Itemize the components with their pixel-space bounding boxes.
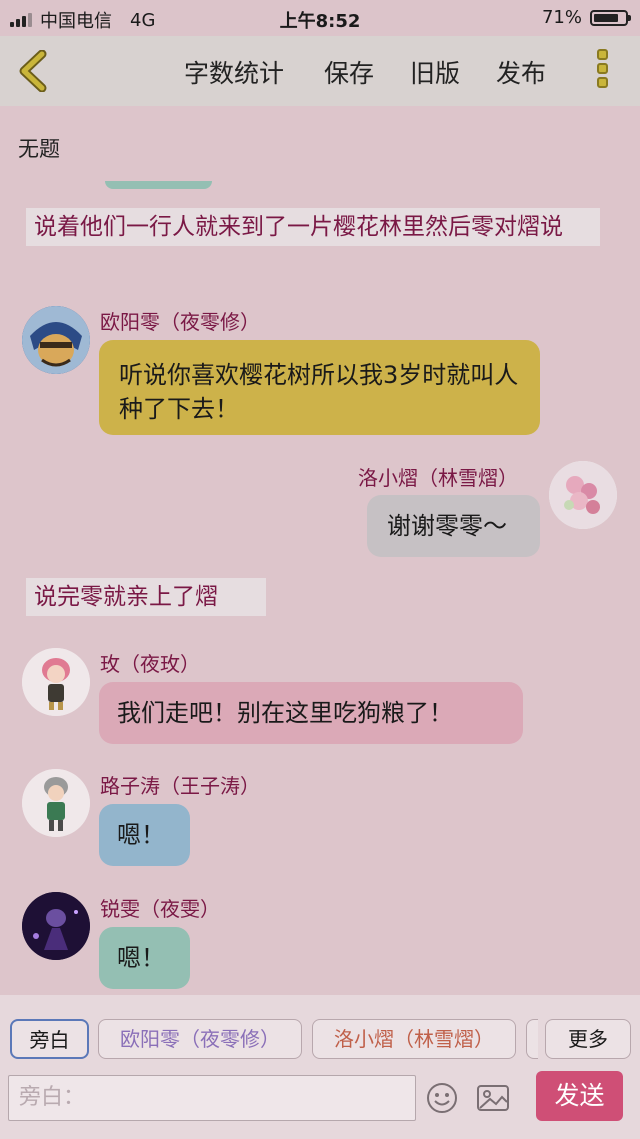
send-button[interactable]: 发送 (536, 1071, 623, 1121)
speaker-name: 路子涛（王子涛） (100, 774, 260, 798)
old-version-button[interactable]: 旧版 (410, 54, 460, 90)
avatar[interactable] (549, 461, 617, 529)
document-title: 无题 (18, 137, 60, 161)
save-button[interactable]: 保存 (324, 54, 374, 90)
avatar[interactable] (22, 306, 90, 374)
flower-avatar-icon (549, 461, 617, 529)
speaker-name: 玫（夜玫） (100, 652, 200, 676)
more-menu-icon[interactable] (597, 49, 613, 91)
speaker-name: 欧阳零（夜零修） (100, 310, 260, 334)
speaker-name: 锐雯（夜雯） (100, 897, 220, 921)
dark-avatar-icon (22, 892, 90, 960)
image-icon[interactable] (476, 1082, 510, 1114)
avatar[interactable] (22, 648, 90, 716)
chibi-avatar-icon (22, 769, 90, 837)
message-input[interactable]: 旁白： (8, 1075, 416, 1121)
message-bubble[interactable]: 听说你喜欢樱花树所以我3岁时就叫人种了下去！ (99, 340, 540, 435)
toolbar: 字数统计 保存 旧版 发布 (0, 36, 640, 106)
avatar[interactable] (22, 892, 90, 960)
previous-bubble-edge (105, 181, 212, 189)
back-arrow-icon[interactable] (14, 50, 54, 92)
chibi-avatar-icon (22, 648, 90, 716)
message-bubble[interactable]: 嗯！ (99, 927, 190, 989)
character-chip-partial[interactable] (526, 1019, 538, 1059)
avatar[interactable] (22, 769, 90, 837)
character-avatar-icon (22, 306, 90, 374)
status-bar: 中国电信 4G 上午8:52 71% (0, 0, 640, 36)
speaker-name: 洛小熠（林雪熠） (358, 466, 518, 490)
word-count-button[interactable]: 字数统计 (184, 54, 284, 90)
character-chip[interactable]: 欧阳零（夜零修） (98, 1019, 302, 1059)
narration-text[interactable]: 说完零就亲上了熠 (26, 578, 266, 616)
message-bubble[interactable]: 我们走吧！别在这里吃狗粮了！ (99, 682, 523, 744)
emoji-icon[interactable] (426, 1082, 458, 1114)
character-chip[interactable]: 洛小熠（林雪熠） (312, 1019, 516, 1059)
battery-icon (590, 9, 631, 26)
narrator-chip[interactable]: 旁白 (10, 1019, 89, 1059)
message-bubble[interactable]: 谢谢零零～ (367, 495, 540, 557)
message-bubble[interactable]: 嗯！ (99, 804, 190, 866)
more-button[interactable]: 更多 (545, 1019, 631, 1059)
publish-button[interactable]: 发布 (496, 54, 546, 90)
battery-percent: 71% (541, 7, 582, 28)
narration-text[interactable]: 说着他们一行人就来到了一片樱花林里然后零对熠说 (26, 208, 600, 246)
